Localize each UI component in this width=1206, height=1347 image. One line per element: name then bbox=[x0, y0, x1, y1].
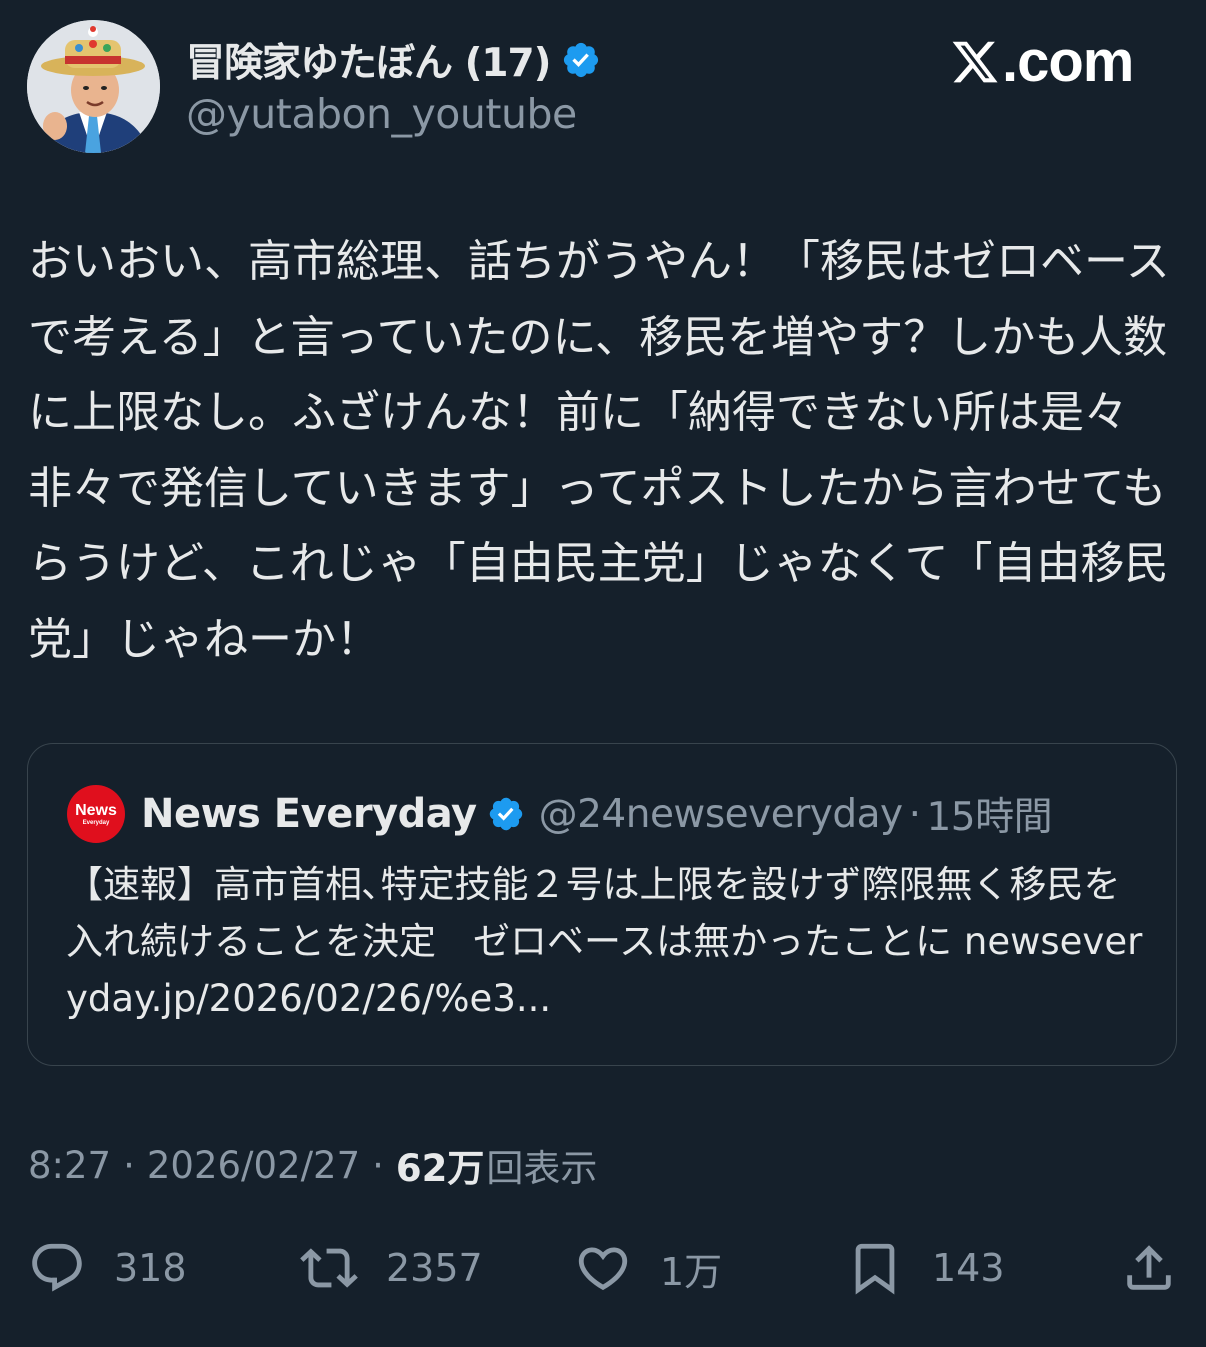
author-display-name[interactable]: 冒険家ゆたぼん (17) bbox=[186, 32, 551, 88]
author-name-row[interactable]: 冒険家ゆたぼん (17) bbox=[186, 34, 601, 86]
x-logo-icon bbox=[950, 37, 1000, 87]
views-count: 62万 bbox=[395, 1147, 485, 1190]
retweet-count: 2357 bbox=[386, 1246, 483, 1290]
quoted-separator: · bbox=[908, 791, 921, 837]
author-handle[interactable]: @yutabon_youtube bbox=[186, 90, 577, 138]
quoted-avatar-logo-subtext: Everyday bbox=[82, 820, 110, 826]
quoted-tweet-card[interactable]: News Everyday News Everyday @24newsevery… bbox=[27, 743, 1177, 1066]
tweet-time[interactable]: 8:27 bbox=[28, 1144, 111, 1187]
meta-separator: · bbox=[372, 1143, 384, 1187]
quoted-avatar-logo-text: News bbox=[75, 802, 117, 819]
author-avatar[interactable] bbox=[27, 20, 160, 153]
quoted-author-handle[interactable]: @24newseveryday bbox=[539, 792, 903, 837]
share-icon bbox=[1120, 1239, 1178, 1297]
heart-icon bbox=[574, 1239, 632, 1297]
quoted-author-avatar[interactable]: News Everyday bbox=[67, 785, 125, 843]
share-button[interactable] bbox=[1120, 1236, 1178, 1300]
like-button[interactable]: 1万 bbox=[574, 1236, 722, 1300]
bookmark-count: 143 bbox=[932, 1246, 1005, 1290]
reply-count: 318 bbox=[114, 1246, 187, 1290]
bookmark-icon bbox=[846, 1239, 904, 1297]
quoted-tweet-header: News Everyday News Everyday @24newsevery… bbox=[67, 784, 1053, 844]
quoted-tweet-text: 【速報】高市首相､特定技能２号は上限を設けず際限無く移民を入れ続けることを決定 … bbox=[66, 863, 1143, 1020]
quoted-author-name[interactable]: News Everyday bbox=[141, 791, 477, 837]
retweet-icon bbox=[300, 1239, 358, 1297]
views-label: 回表示 bbox=[486, 1147, 598, 1190]
reply-button[interactable]: 318 bbox=[28, 1236, 187, 1300]
x-brand: .com bbox=[950, 29, 1134, 94]
tweet-metadata: 8:27 · 2026/02/27 · 62万 回表示 bbox=[28, 1140, 598, 1191]
quoted-verified-badge-icon bbox=[487, 795, 525, 833]
brand-suffix: .com bbox=[1002, 29, 1134, 94]
tweet-text: おいおい、高市総理、話ちがうやん！「移民はゼロベースで考える」と言っていたのに、… bbox=[28, 236, 1170, 665]
bookmark-button[interactable]: 143 bbox=[846, 1236, 1005, 1300]
retweet-button[interactable]: 2357 bbox=[300, 1236, 483, 1300]
like-count: 1万 bbox=[660, 1249, 723, 1294]
tweet-date[interactable]: 2026/02/27 bbox=[147, 1144, 360, 1187]
meta-separator: · bbox=[123, 1143, 135, 1187]
verified-badge-icon bbox=[561, 40, 601, 80]
reply-icon bbox=[28, 1239, 86, 1297]
profile-photo bbox=[27, 20, 160, 153]
action-bar: 318 2357 1万 143 bbox=[0, 1236, 1206, 1300]
quoted-timestamp[interactable]: 15時間 bbox=[926, 786, 1052, 842]
